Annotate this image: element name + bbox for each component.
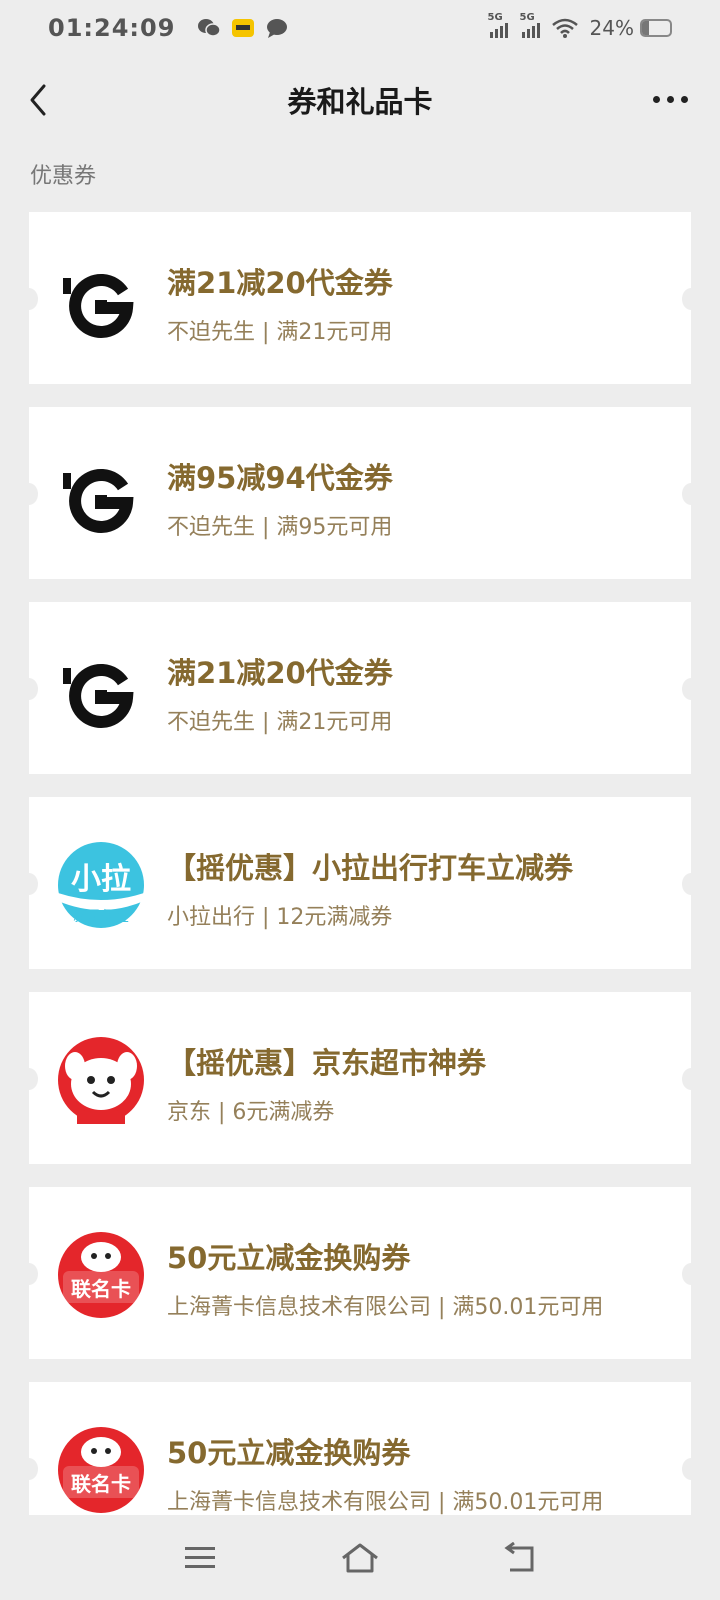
- coupon-title: 50元立减金换购券: [167, 1436, 411, 1470]
- status-right: 5G 5G 24%: [488, 12, 672, 40]
- signal-icon-1: 5G: [488, 12, 508, 38]
- jd-cobrand-card-logo: 联名卡: [57, 1426, 145, 1514]
- wifi-icon: [551, 18, 578, 38]
- coupon-card[interactable]: 满95减94代金券 不迫先生 | 满95元可用: [20, 407, 700, 579]
- notification-icons: [197, 17, 289, 39]
- battery-indicator: 24%: [590, 16, 672, 40]
- xiaola-logo-text: 小拉: [71, 862, 131, 897]
- coupon-card[interactable]: 满21减20代金券 不迫先生 | 满21元可用: [20, 602, 700, 774]
- jd-cobrand-card-logo: 联名卡: [57, 1231, 145, 1319]
- return-icon: [504, 1541, 534, 1571]
- back-button[interactable]: [22, 80, 62, 120]
- home-icon: [342, 1543, 378, 1572]
- status-bar: 01:24:09 5G 5G 24%: [0, 0, 720, 56]
- coupon-subtitle: 小拉出行 | 12元满减券: [167, 905, 393, 930]
- coupon-card[interactable]: 【摇优惠】京东超市神券 京东 | 6元满减券: [20, 992, 700, 1164]
- coupon-subtitle: 不迫先生 | 满95元可用: [167, 515, 393, 540]
- system-navigation-bar: [0, 1515, 720, 1600]
- battery-percent: 24%: [589, 16, 634, 40]
- g-brand-icon: [57, 256, 145, 344]
- more-options-button[interactable]: [648, 84, 692, 114]
- coupon-list: 满21减20代金券 不迫先生 | 满21元可用 满95减94代金券 不迫先生 |…: [20, 212, 700, 1577]
- dot-icon: [666, 95, 674, 103]
- section-title: 优惠券: [30, 164, 97, 189]
- cobrand-logo-text: 联名卡: [71, 1277, 131, 1301]
- jd-dog-logo: [57, 1036, 145, 1124]
- message-icon: [267, 19, 288, 38]
- coupon-card[interactable]: 联名卡 50元立减金换购券 上海菁卡信息技术有限公司 | 满50.01元可用: [20, 1187, 700, 1359]
- coupon-title: 满21减20代金券: [167, 656, 393, 690]
- wechat-icon: [198, 19, 222, 37]
- coupon-title: 【摇优惠】小拉出行打车立减券: [167, 851, 574, 885]
- chevron-left-icon: [30, 84, 46, 116]
- xiaola-logo-slogan: 就是便宜: [73, 909, 129, 925]
- g-brand-icon: [57, 646, 145, 734]
- back-nav-button[interactable]: [500, 1538, 540, 1578]
- page-header: 券和礼品卡: [0, 56, 720, 144]
- signal-icon-2: 5G: [520, 12, 540, 38]
- cobrand-logo-text: 联名卡: [71, 1472, 131, 1496]
- coupon-title: 【摇优惠】京东超市神券: [167, 1046, 487, 1080]
- battery-icon: [640, 19, 672, 37]
- coupon-title: 满21减20代金券: [167, 266, 393, 300]
- menu-icon: [185, 1546, 215, 1568]
- coupon-title: 满95减94代金券: [167, 461, 393, 495]
- coupon-subtitle: 不迫先生 | 满21元可用: [167, 710, 393, 735]
- dot-icon: [652, 95, 660, 103]
- coupon-subtitle: 上海菁卡信息技术有限公司 | 满50.01元可用: [167, 1490, 604, 1515]
- xiaola-logo: 小拉 就是便宜: [57, 841, 145, 929]
- page-title: 券和礼品卡: [287, 85, 433, 119]
- home-button[interactable]: [340, 1538, 380, 1578]
- coupon-subtitle: 京东 | 6元满减券: [167, 1100, 335, 1125]
- menu-button[interactable]: [180, 1538, 220, 1578]
- status-time: 01:24:09: [48, 14, 176, 42]
- dot-icon: [680, 95, 688, 103]
- coupon-subtitle: 上海菁卡信息技术有限公司 | 满50.01元可用: [167, 1295, 604, 1320]
- coupon-title: 50元立减金换购券: [167, 1241, 411, 1275]
- coupon-card[interactable]: 小拉 就是便宜 【摇优惠】小拉出行打车立减券 小拉出行 | 12元满减券: [20, 797, 700, 969]
- g-brand-icon: [57, 451, 145, 539]
- app-notification-icon: [232, 19, 255, 37]
- coupon-card[interactable]: 满21减20代金券 不迫先生 | 满21元可用: [20, 212, 700, 384]
- coupon-subtitle: 不迫先生 | 满21元可用: [167, 320, 393, 345]
